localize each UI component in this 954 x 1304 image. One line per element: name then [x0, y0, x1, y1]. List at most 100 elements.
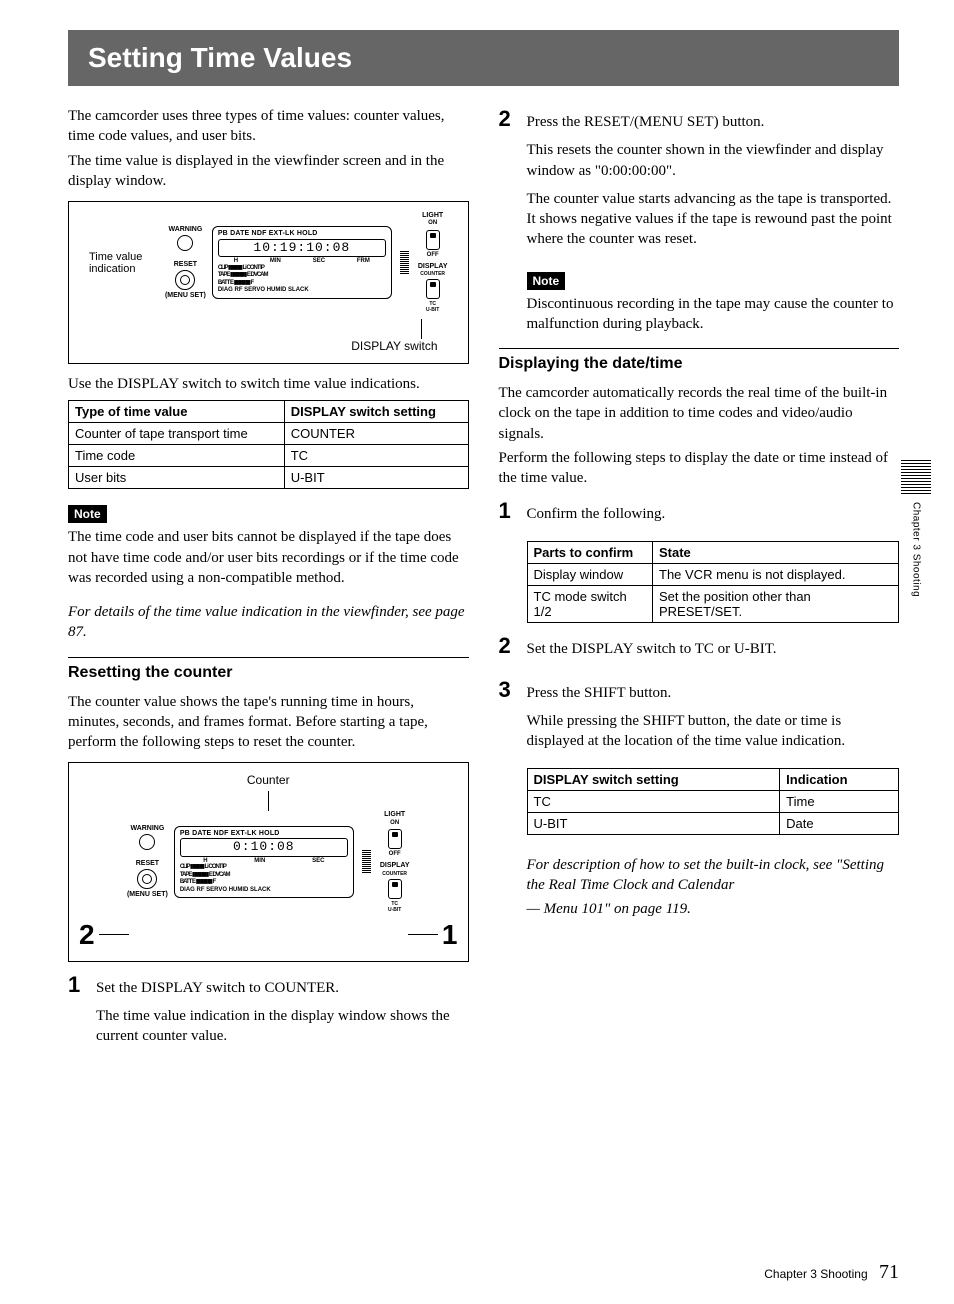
fig2-callout-2: 2: [79, 919, 95, 951]
menuset-label: (MENU SET): [127, 891, 168, 898]
off-label: OFF: [427, 252, 439, 258]
step-r2-a: Press the RESET/(MENU SET) button.: [527, 112, 900, 132]
pointer-line: [268, 791, 269, 811]
divider: [499, 348, 900, 349]
step-number: 2: [499, 106, 517, 132]
t1-r2c2: TC: [284, 445, 468, 467]
lcd-row-batt: BATT E ▮▮▮▮▮▮▮ F: [218, 280, 386, 288]
ref2b: — Menu 101" on page 119.: [527, 899, 900, 919]
reset-intro: The counter value shows the tape's runni…: [68, 692, 469, 753]
step-number: 2: [499, 633, 517, 659]
table-indication: DISPLAY switch setting Indication TC Tim…: [527, 768, 900, 835]
lcd-row-tape: TAPE ▮▮▮▮▮▮▮ E DVCAM: [180, 872, 348, 880]
lcd-unit-m: MIN: [270, 258, 281, 265]
lcd-unit-h: H: [203, 858, 207, 865]
left-column: The camcorder uses three types of time v…: [68, 106, 469, 1054]
figure-counter-panel: Counter WARNING RESET (MENU SET) PB DATE…: [68, 762, 469, 961]
lcd-row-clip: CLIP ▮▮▮▮▮▮ Li CONT IP: [218, 265, 386, 273]
step-reset-2: 2 Press the RESET/(MENU SET) button. Thi…: [499, 106, 900, 258]
t1-r2c1: Time code: [69, 445, 285, 467]
t2-r2c1: TC mode switch 1/2: [527, 585, 653, 622]
t2-r1c1: Display window: [527, 563, 653, 585]
lcd-unit-m: MIN: [254, 858, 265, 865]
t2-r1c2: The VCR menu is not displayed.: [653, 563, 899, 585]
warning-label: WARNING: [127, 825, 168, 832]
light-switch-icon: [426, 230, 440, 250]
t1-r3c2: U-BIT: [284, 467, 468, 489]
page-number: 71: [879, 1261, 899, 1283]
reset-button-icon: [137, 869, 157, 889]
step-r1-a: Set the DISPLAY switch to COUNTER.: [96, 978, 469, 998]
t3-h2: Indication: [780, 768, 899, 790]
counter-opt: COUNTER: [382, 871, 407, 877]
lcd-row-diag: DIAG RF SERVO HUMID SLACK: [218, 287, 386, 295]
reset-label: RESET: [165, 261, 206, 268]
on-label: ON: [428, 220, 437, 226]
section-displaying-date: Displaying the date/time: [499, 355, 900, 373]
on-label: ON: [390, 820, 399, 826]
lcd-unit-s: SEC: [312, 858, 324, 865]
intro-p1: The camcorder uses three types of time v…: [68, 106, 469, 147]
pointer-line: [421, 319, 422, 339]
ubit-opt: U-BIT: [426, 307, 439, 313]
step-number: 1: [68, 972, 86, 998]
side-tab: Chapter 3 Shooting: [896, 460, 936, 597]
lcd-unit-f: FRM: [357, 258, 370, 265]
reset-label: RESET: [127, 860, 168, 867]
figure-display-panel: Time value indication WARNING RESET (MEN…: [68, 201, 469, 364]
counter-opt: COUNTER: [420, 271, 445, 277]
t2-h1: Parts to confirm: [527, 541, 653, 563]
table-display-switch: Type of time value DISPLAY switch settin…: [68, 400, 469, 489]
use-display-text: Use the DISPLAY switch to switch time va…: [68, 374, 469, 394]
intro-p2: The time value is displayed in the viewf…: [68, 151, 469, 192]
divider: [68, 657, 469, 658]
t2-r2c2: Set the position other than PRESET/SET.: [653, 585, 899, 622]
t1-r3c1: User bits: [69, 467, 285, 489]
t3-r1c2: Time: [780, 790, 899, 812]
display-switch-icon: [388, 879, 402, 899]
t3-h1: DISPLAY switch setting: [527, 768, 780, 790]
warning-lamp-icon: [177, 235, 193, 251]
date-intro2: Perform the following steps to display t…: [499, 448, 900, 489]
fig2-callout-1: 1: [442, 919, 458, 951]
display-label: DISPLAY: [380, 862, 410, 870]
table-parts-confirm: Parts to confirm State Display window Th…: [527, 541, 900, 623]
table-row: Time code TC: [69, 445, 469, 467]
table-row: Counter of tape transport time COUNTER: [69, 423, 469, 445]
lcd-row-diag: DIAG RF SERVO HUMID SLACK: [180, 887, 348, 895]
side-tab-lines-icon: [896, 460, 936, 494]
date-intro1: The camcorder automatically records the …: [499, 383, 900, 444]
right-column: 2 Press the RESET/(MENU SET) button. Thi…: [499, 106, 900, 1054]
t1-r1c1: Counter of tape transport time: [69, 423, 285, 445]
display-switch-icon: [426, 279, 440, 299]
step-number: 1: [499, 498, 517, 524]
lcd-top-row: PB DATE NDF EXT-LK HOLD: [180, 830, 280, 838]
table-row: Display window The VCR menu is not displ…: [527, 563, 899, 585]
step-date-3: 3 Press the SHIFT button. While pressing…: [499, 677, 900, 760]
t1-r1c2: COUNTER: [284, 423, 468, 445]
lcd-unit-h: H: [234, 258, 238, 265]
step-r2-b: This resets the counter shown in the vie…: [527, 140, 900, 181]
step-r1-b: The time value indication in the display…: [96, 1006, 469, 1047]
lcd-row-tape: TAPE ▮▮▮▮▮▮▮ E DVCAM: [218, 272, 386, 280]
ref2a: For description of how to set the built-…: [527, 855, 900, 896]
display-label: DISPLAY: [418, 263, 448, 271]
light-label: LIGHT: [380, 811, 410, 819]
lcd-unit-s: SEC: [313, 258, 325, 265]
fig2-counter-label: Counter: [79, 773, 458, 787]
step-r2-c: The counter value starts advancing as th…: [527, 189, 900, 250]
off-label: OFF: [389, 851, 401, 857]
t1-h1: Type of time value: [69, 401, 285, 423]
menuset-label: (MENU SET): [165, 292, 206, 299]
step-date-1: 1 Confirm the following.: [499, 498, 900, 532]
note2-text: Discontinuous recording in the tape may …: [527, 294, 900, 335]
panel-left: WARNING RESET (MENU SET): [165, 226, 206, 299]
t1-h2: DISPLAY switch setting: [284, 401, 468, 423]
step-d3-a: Press the SHIFT button.: [527, 683, 900, 703]
panel-left: WARNING RESET (MENU SET): [127, 825, 168, 898]
footer: Chapter 3 Shooting 71: [764, 1261, 899, 1284]
light-label: LIGHT: [418, 212, 448, 220]
warning-lamp-icon: [139, 834, 155, 850]
t3-r2c1: U-BIT: [527, 812, 780, 834]
reset-button-icon: [175, 270, 195, 290]
